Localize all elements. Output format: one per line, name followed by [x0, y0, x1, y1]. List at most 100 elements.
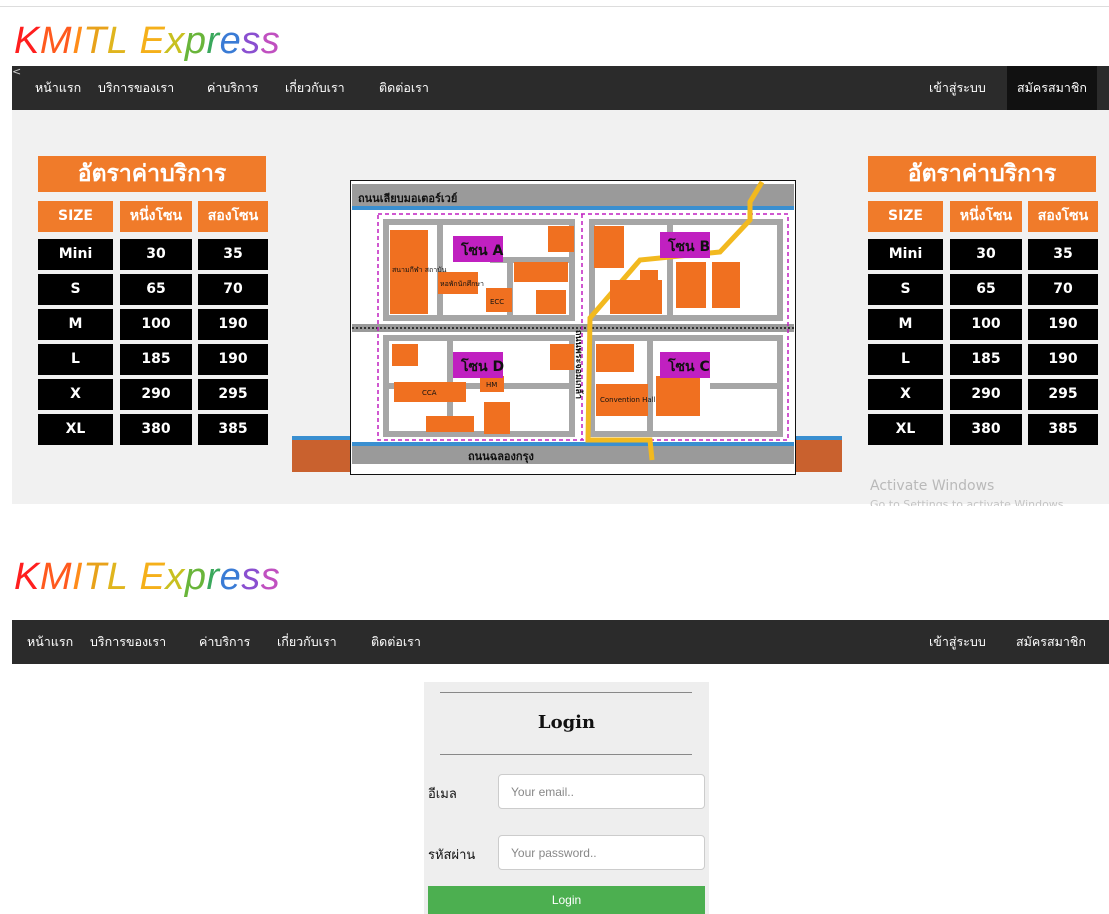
- nav-login[interactable]: เข้าสู่ระบบ: [929, 620, 986, 664]
- map-zone-a: โซน A: [460, 241, 503, 259]
- rate-table-cell: 35: [198, 239, 268, 270]
- nav-about[interactable]: เกี่ยวกับเรา: [285, 66, 345, 110]
- nav-about[interactable]: เกี่ยวกับเรา: [277, 620, 337, 664]
- map-ecc-label: ECC: [490, 298, 504, 306]
- rate-table-cell: L: [38, 344, 113, 375]
- rate-table-cell: 65: [120, 274, 192, 305]
- logo-letter: x: [165, 556, 185, 598]
- map-zone-d: โซน D: [460, 357, 504, 375]
- rate-table-cell: 100: [950, 309, 1022, 340]
- rate-table-cell: X: [38, 379, 113, 410]
- rate-table-cell: 295: [1028, 379, 1098, 410]
- rate-table-cell: 185: [950, 344, 1022, 375]
- email-field[interactable]: [498, 774, 705, 809]
- activate-windows-title: Activate Windows: [870, 478, 995, 494]
- logo-letter: T: [83, 20, 107, 62]
- logo-letter: [128, 558, 139, 596]
- login-button[interactable]: Login: [428, 886, 705, 914]
- rate-table-cell: 290: [120, 379, 192, 410]
- rate-table-cell: 190: [1028, 309, 1098, 340]
- rate-table-cell: 190: [198, 309, 268, 340]
- nav-register[interactable]: สมัครสมาชิก: [1007, 66, 1097, 110]
- rate-table-cell: 385: [198, 414, 268, 445]
- logo-letter: M: [39, 556, 73, 598]
- rate-table-header: สองโซน: [198, 201, 268, 232]
- rate-table-cell: 70: [198, 274, 268, 305]
- logo-letter: s: [260, 556, 281, 598]
- nav-register[interactable]: สมัครสมาชิก: [1016, 620, 1086, 664]
- nav-services[interactable]: บริการของเรา: [98, 66, 174, 110]
- map-stadium-label: สนามกีฬา สถาบัน: [392, 266, 447, 274]
- rate-table-cell: 380: [950, 414, 1022, 445]
- map-zone-b: โซน B: [667, 237, 710, 255]
- map-top-road-label: ถนนเลียบมอเตอร์เวย์: [358, 192, 457, 205]
- logo-letter: x: [165, 20, 185, 62]
- activate-windows-subtitle: Go to Settings to activate Windows.: [870, 498, 1068, 506]
- rate-table-cell: XL: [868, 414, 943, 445]
- logo-letter: E: [139, 20, 166, 62]
- logo-letter: e: [219, 556, 242, 598]
- nav-pricing[interactable]: ค่าบริการ: [207, 66, 258, 110]
- logo-letter: L: [106, 20, 129, 62]
- logo-letter: s: [260, 20, 281, 62]
- top-divider: [0, 6, 1109, 7]
- email-label: อีเมล: [428, 787, 457, 802]
- password-field[interactable]: [498, 835, 705, 870]
- logo-letter: L: [106, 556, 129, 598]
- rate-table-title: อัตราค่าบริการ: [38, 156, 266, 192]
- logo-letter: K: [14, 556, 40, 598]
- map-side-road-label: ถนนพระจอมเกล้า: [573, 330, 584, 399]
- login-title: Login: [537, 712, 596, 733]
- rate-table-header: SIZE: [868, 201, 943, 232]
- map-cca-label: CCA: [422, 389, 437, 397]
- rate-table-cell: 380: [120, 414, 192, 445]
- rate-table-header: SIZE: [38, 201, 113, 232]
- rate-table-cell: 385: [1028, 414, 1098, 445]
- rate-table-header: หนึ่งโซน: [950, 201, 1022, 232]
- logo-letter: I: [72, 20, 84, 62]
- password-label: รหัสผ่าน: [428, 848, 476, 863]
- logo-letter: p: [184, 556, 207, 598]
- brand-logo[interactable]: KMITL Express: [14, 558, 280, 596]
- rate-table-cell: 70: [1028, 274, 1098, 305]
- brand-logo[interactable]: KMITL Express: [14, 22, 280, 60]
- navbar-top: หน้าแรก บริการของเรา ค่าบริการ เกี่ยวกับ…: [12, 66, 1109, 110]
- map-dorm-label: หอพักนักศึกษา: [440, 279, 484, 288]
- rate-table-cell: 295: [198, 379, 268, 410]
- rate-table-cell: M: [38, 309, 113, 340]
- rate-table-cell: 30: [950, 239, 1022, 270]
- rate-table-cell: 190: [198, 344, 268, 375]
- login-form: Login อีเมล รหัสผ่าน Login: [424, 682, 709, 914]
- rate-table-cell: S: [38, 274, 113, 305]
- nav-contact[interactable]: ติดต่อเรา: [379, 66, 429, 110]
- logo-letter: e: [219, 20, 242, 62]
- nav-contact[interactable]: ติดต่อเรา: [371, 620, 421, 664]
- navbar-bottom: หน้าแรก บริการของเรา ค่าบริการ เกี่ยวกับ…: [12, 620, 1109, 664]
- rate-table-cell: XL: [38, 414, 113, 445]
- nav-home[interactable]: หน้าแรก: [27, 620, 73, 664]
- logo-letter: r: [206, 20, 220, 62]
- rate-table-title: อัตราค่าบริการ: [868, 156, 1096, 192]
- logo-letter: E: [139, 556, 166, 598]
- logo-letter: s: [241, 556, 261, 598]
- rate-table-cell: 190: [1028, 344, 1098, 375]
- logo-letter: [128, 22, 139, 60]
- rate-table-cell: Mini: [38, 239, 113, 270]
- map-hm-label: HM: [486, 381, 497, 389]
- logo-letter: s: [241, 20, 261, 62]
- rate-table-header: หนึ่งโซน: [120, 201, 192, 232]
- rate-table-cell: X: [868, 379, 943, 410]
- nav-login[interactable]: เข้าสู่ระบบ: [929, 66, 986, 110]
- logo-letter: M: [39, 20, 73, 62]
- nav-services[interactable]: บริการของเรา: [90, 620, 166, 664]
- nav-home[interactable]: หน้าแรก: [35, 66, 81, 110]
- login-divider-bottom: [440, 754, 692, 755]
- hero-banner: อัตราค่าบริการ SIZE หนึ่งโซน สองโซน Mini 30 35…: [12, 110, 1109, 504]
- logo-letter: T: [83, 556, 107, 598]
- nav-pricing[interactable]: ค่าบริการ: [199, 620, 250, 664]
- rate-table-cell: M: [868, 309, 943, 340]
- logo-letter: I: [72, 556, 84, 598]
- rate-table-header: สองโซน: [1028, 201, 1098, 232]
- rate-table-cell: Mini: [868, 239, 943, 270]
- rate-table-cell: 100: [120, 309, 192, 340]
